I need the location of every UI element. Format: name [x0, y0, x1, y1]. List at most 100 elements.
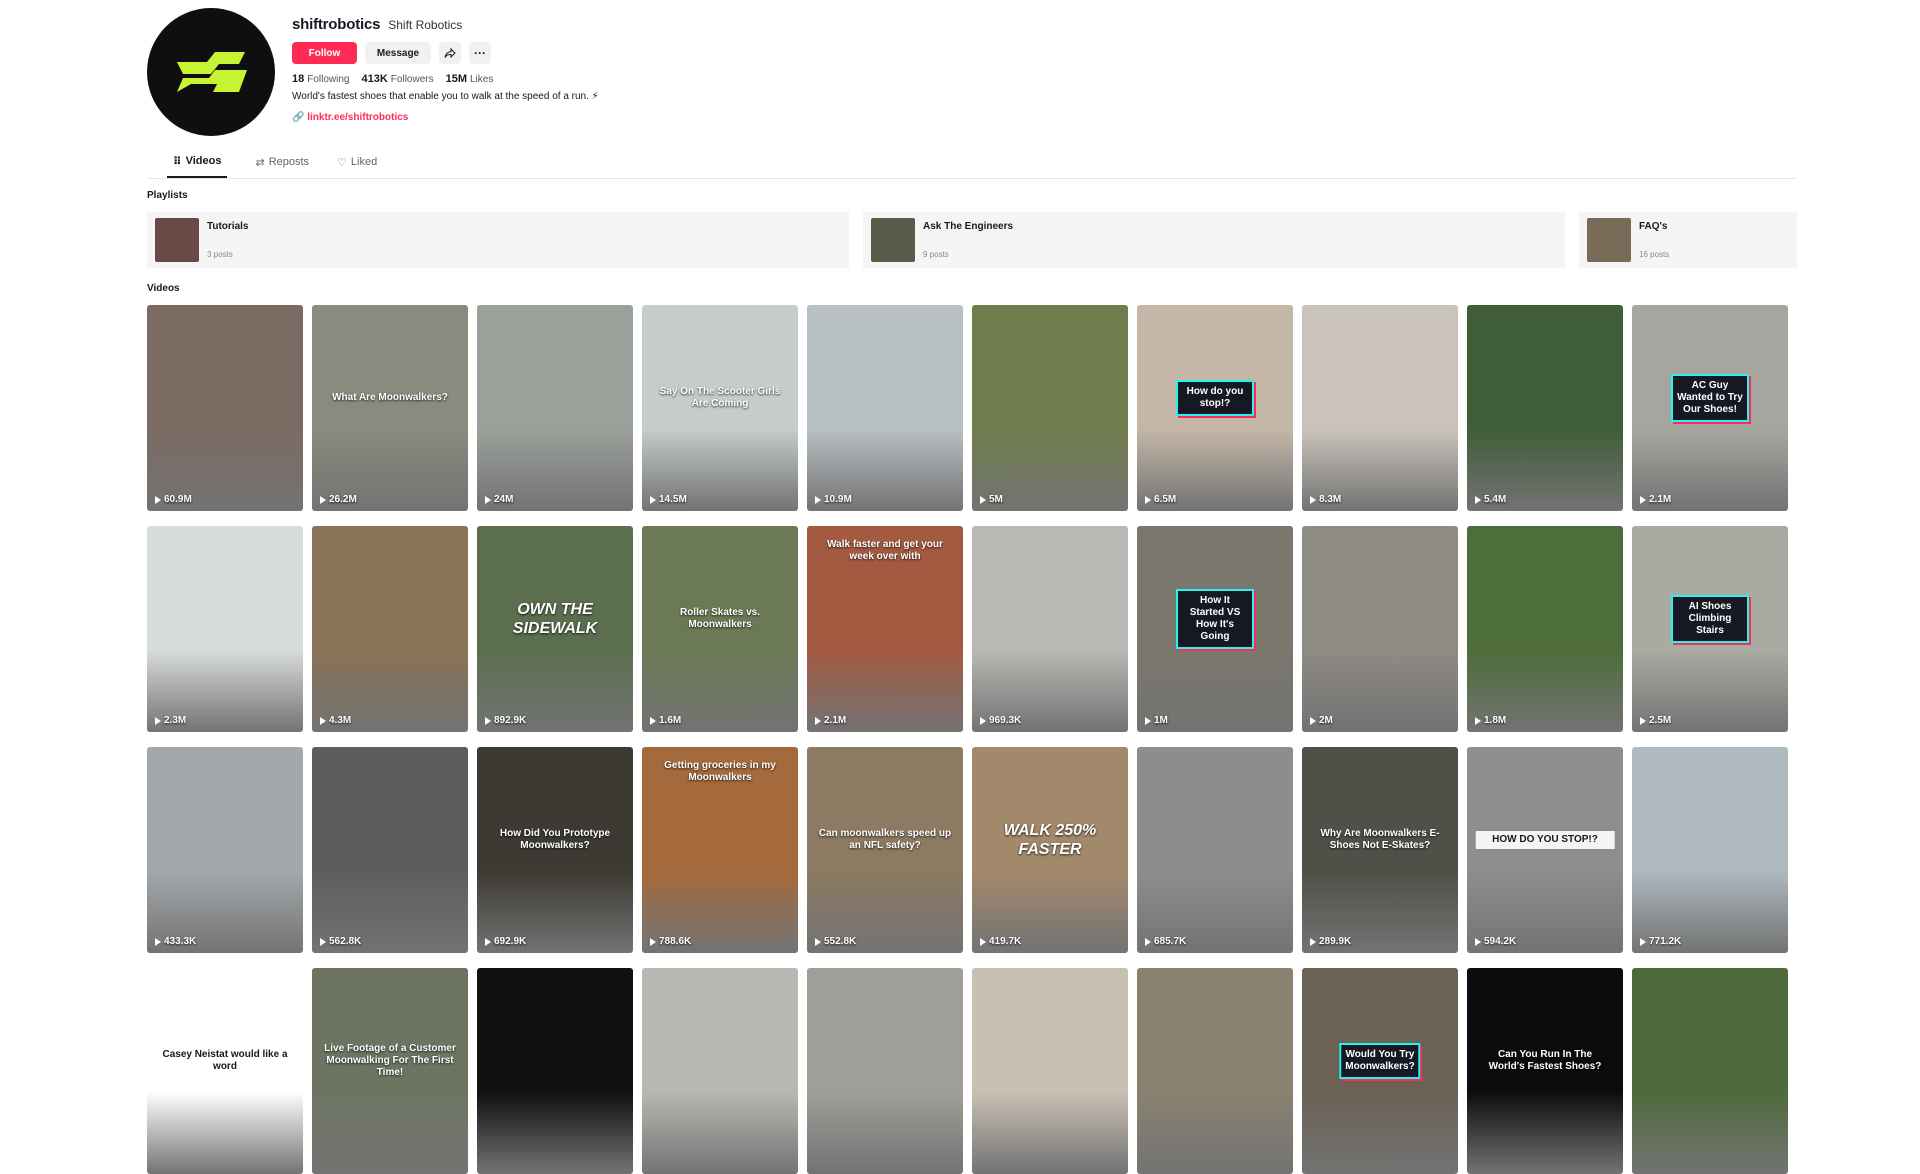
grid-icon: ⠿ — [173, 155, 182, 168]
video-thumbnail[interactable]: Roller Skates vs. Moonwalkers 1.6M — [642, 526, 798, 732]
video-thumbnail[interactable] — [1137, 968, 1293, 1174]
video-thumbnail[interactable]: WALK 250% FASTER 419.7K — [972, 747, 1128, 953]
video-thumbnail[interactable]: HOW DO YOU STOP!? 594.2K — [1467, 747, 1623, 953]
video-thumbnail[interactable]: OWN THE SIDEWALK 892.9K — [477, 526, 633, 732]
avatar[interactable] — [147, 8, 275, 136]
video-thumbnail[interactable]: AC Guy Wanted to Try Our Shoes! 2.1M — [1632, 305, 1788, 511]
view-count-text: 4.3M — [329, 715, 352, 726]
video-thumbnail[interactable]: Live Footage of a Customer Moonwalking F… — [312, 968, 468, 1174]
video-thumbnail[interactable]: Walk faster and get your week over with 2… — [807, 526, 963, 732]
view-count: 289.9K — [1310, 936, 1351, 947]
video-thumbnail[interactable]: How It Started VS How It's Going 1M — [1137, 526, 1293, 732]
video-thumbnail[interactable]: 4.3M — [312, 526, 468, 732]
following-stat[interactable]: 18 Following — [292, 73, 350, 85]
video-thumbnail[interactable] — [972, 968, 1128, 1174]
video-caption: AI Shoes Climbing Stairs — [1671, 594, 1749, 643]
view-count: 685.7K — [1145, 936, 1186, 947]
playlist-count: 16 posts — [1639, 250, 1670, 259]
play-icon — [485, 495, 491, 504]
play-icon — [980, 495, 986, 504]
video-thumbnail[interactable]: 2M — [1302, 526, 1458, 732]
video-caption: Would You Try Moonwalkers? — [1339, 1042, 1421, 1079]
video-caption: Why Are Moonwalkers E-Shoes Not E-Skates… — [1320, 827, 1440, 851]
video-thumbnail[interactable]: 433.3K — [147, 747, 303, 953]
view-count-text: 8.3M — [1319, 494, 1342, 505]
follow-button[interactable]: Follow — [292, 42, 357, 64]
video-caption: Can You Run In The World's Fastest Shoes… — [1488, 1048, 1602, 1072]
play-icon — [980, 716, 986, 725]
video-thumbnail[interactable]: 2.3M — [147, 526, 303, 732]
video-thumbnail[interactable]: Why Are Moonwalkers E-Shoes Not E-Skates… — [1302, 747, 1458, 953]
video-thumbnail[interactable]: 5.4M — [1467, 305, 1623, 511]
profile-link[interactable]: 🔗 linktr.ee/shiftrobotics — [292, 112, 1192, 123]
view-count: 562.8K — [320, 936, 361, 947]
play-icon — [815, 937, 821, 946]
view-count: 788.6K — [650, 936, 691, 947]
view-count-text: 771.2K — [1649, 936, 1682, 947]
profile-stats: 18 Following 413K Followers 15M Likes — [292, 73, 1192, 85]
video-thumbnail[interactable]: AI Shoes Climbing Stairs 2.5M — [1632, 526, 1788, 732]
video-thumbnail[interactable]: 24M — [477, 305, 633, 511]
followers-stat[interactable]: 413K Followers — [362, 73, 434, 85]
play-icon — [980, 937, 986, 946]
video-thumbnail[interactable]: 5M — [972, 305, 1128, 511]
view-count-text: 5.4M — [1484, 494, 1507, 505]
view-count: 1.6M — [650, 715, 681, 726]
more-button[interactable]: ··· — [469, 42, 491, 64]
play-icon — [1640, 937, 1646, 946]
videos-heading: Videos — [147, 283, 180, 294]
view-count-text: 788.6K — [659, 936, 692, 947]
playlist-card[interactable]: Tutorials 3 posts — [147, 212, 849, 268]
video-caption: Getting groceries in my Moonwalkers — [664, 759, 776, 783]
video-thumbnail[interactable]: Would You Try Moonwalkers? — [1302, 968, 1458, 1174]
nickname: Shift Robotics — [388, 18, 463, 32]
share-button[interactable] — [439, 42, 461, 64]
view-count: 2.1M — [815, 715, 846, 726]
play-icon — [1475, 937, 1481, 946]
video-caption: Can moonwalkers speed up an NFL safety? — [818, 827, 952, 851]
video-thumbnail[interactable]: Getting groceries in my Moonwalkers 788.6… — [642, 747, 798, 953]
video-thumbnail[interactable]: 685.7K — [1137, 747, 1293, 953]
video-thumbnail[interactable]: What Are Moonwalkers? 26.2M — [312, 305, 468, 511]
profile-info: shiftrobotics Shift Robotics Follow Mess… — [292, 16, 1192, 123]
playlist-title: FAQ's — [1639, 221, 1668, 232]
view-count-text: 419.7K — [989, 936, 1022, 947]
playlist-card[interactable]: Ask The Engineers 9 posts — [863, 212, 1565, 268]
video-thumbnail[interactable] — [477, 968, 633, 1174]
video-thumbnail[interactable]: Casey Neistat would like a word — [147, 968, 303, 1174]
view-count: 1.8M — [1475, 715, 1506, 726]
view-count: 594.2K — [1475, 936, 1516, 947]
tab-reposts[interactable]: ⇄ Reposts — [255, 152, 309, 178]
view-count: 8.3M — [1310, 494, 1341, 505]
playlist-thumbnail — [1587, 218, 1631, 262]
video-thumbnail[interactable] — [807, 968, 963, 1174]
video-thumbnail[interactable]: 8.3M — [1302, 305, 1458, 511]
video-thumbnail[interactable]: 562.8K — [312, 747, 468, 953]
video-thumbnail[interactable]: Can moonwalkers speed up an NFL safety? 5… — [807, 747, 963, 953]
tab-liked[interactable]: ♡ Liked — [337, 152, 377, 178]
video-thumbnail[interactable]: Can You Run In The World's Fastest Shoes… — [1467, 968, 1623, 1174]
view-count: 24M — [485, 494, 513, 505]
play-icon — [155, 937, 161, 946]
video-caption: AC Guy Wanted to Try Our Shoes! — [1671, 373, 1749, 422]
view-count: 26.2M — [320, 494, 357, 505]
video-grid: 60.9M What Are Moonwalkers? 26.2M 24M Say On… — [147, 305, 1788, 1174]
tab-videos[interactable]: ⠿ Videos — [167, 152, 228, 178]
video-thumbnail[interactable] — [642, 968, 798, 1174]
playlist-card[interactable]: FAQ's 16 posts — [1579, 212, 1797, 268]
video-thumbnail[interactable]: 1.8M — [1467, 526, 1623, 732]
video-thumbnail[interactable] — [1632, 968, 1788, 1174]
video-thumbnail[interactable]: 771.2K — [1632, 747, 1788, 953]
playlist-thumbnail — [155, 218, 199, 262]
video-thumbnail[interactable]: 969.3K — [972, 526, 1128, 732]
message-button[interactable]: Message — [365, 42, 431, 64]
video-thumbnail[interactable]: 60.9M — [147, 305, 303, 511]
view-count: 5.4M — [1475, 494, 1506, 505]
view-count-text: 892.9K — [494, 715, 527, 726]
video-thumbnail[interactable]: How do you stop!? 6.5M — [1137, 305, 1293, 511]
video-thumbnail[interactable]: Say On The Scooter Girls Are Coming 14.5M — [642, 305, 798, 511]
video-thumbnail[interactable]: 10.9M — [807, 305, 963, 511]
likes-stat: 15M Likes — [445, 73, 494, 85]
view-count-text: 289.9K — [1319, 936, 1352, 947]
video-thumbnail[interactable]: How Did You Prototype Moonwalkers? 692.9K — [477, 747, 633, 953]
